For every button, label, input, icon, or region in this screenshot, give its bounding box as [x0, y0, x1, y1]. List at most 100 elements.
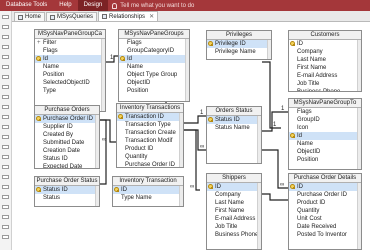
nav-object-icon[interactable]: [2, 235, 9, 239]
table-field[interactable]: Posted To Inventor: [289, 231, 361, 239]
table-msysnavpanegrouptoobjects[interactable]: MSysNavPaneGroupTo Flags GroupID Icon Id Name…: [288, 98, 362, 170]
table-field[interactable]: Position: [119, 87, 189, 95]
table-scrollbar[interactable]: [257, 183, 261, 249]
table-scrollbar[interactable]: [357, 40, 361, 91]
nav-object-icon[interactable]: [2, 205, 9, 209]
table-title[interactable]: Inventory Transactions: [117, 104, 183, 113]
table-field[interactable]: Quantity: [289, 207, 361, 215]
table-field[interactable]: Business Phone: [289, 88, 361, 91]
table-field[interactable]: Transaction Modif: [117, 137, 183, 145]
table-title[interactable]: Purchase Order Details: [289, 174, 361, 183]
table-field[interactable]: Type: [35, 87, 105, 95]
table-field[interactable]: ObjectID: [289, 148, 361, 156]
nav-object-icon[interactable]: [2, 45, 9, 49]
table-title[interactable]: Purchase Order Status: [35, 177, 99, 186]
table-msysnavpanegroups[interactable]: MSysNavPaneGroups Flags GroupCategoryID Id N…: [118, 29, 190, 102]
table-field[interactable]: Last Name: [289, 56, 361, 64]
table-field[interactable]: SelectedObjectID: [35, 79, 105, 87]
nav-object-icon[interactable]: [2, 55, 9, 59]
table-field[interactable]: E-mail Address: [207, 215, 261, 223]
table-field[interactable]: Id: [35, 55, 105, 63]
table-field[interactable]: Privilege ID: [207, 40, 271, 48]
table-field[interactable]: ID: [289, 40, 361, 48]
table-field[interactable]: Status ID: [35, 155, 99, 163]
nav-object-icon[interactable]: [2, 105, 9, 109]
table-field[interactable]: Submitted Date: [35, 139, 99, 147]
table-msysnavpanegroupcategories[interactable]: MSysNavPaneGroupCa + Filter Flags Id Name Posi…: [34, 29, 106, 112]
nav-object-icon[interactable]: [2, 135, 9, 139]
table-title[interactable]: Shippers: [207, 174, 261, 183]
doc-tab-home[interactable]: Home: [14, 12, 46, 21]
table-field[interactable]: ID: [289, 183, 361, 191]
table-scrollbar[interactable]: [257, 116, 261, 163]
table-field[interactable]: Product ID: [289, 199, 361, 207]
table-field[interactable]: Expected Date: [35, 163, 99, 168]
table-field[interactable]: Flags: [119, 39, 189, 47]
nav-object-icon[interactable]: [2, 175, 9, 179]
doc-tab-relationships[interactable]: Relationships ✕: [98, 11, 159, 21]
table-field[interactable]: Flags: [289, 108, 361, 116]
table-field[interactable]: Id: [289, 132, 361, 140]
table-title[interactable]: MSysNavPaneGroupCa: [35, 30, 105, 39]
nav-object-icon[interactable]: [2, 195, 9, 199]
close-tab-icon[interactable]: ✕: [149, 13, 154, 20]
tab-design[interactable]: Design: [77, 0, 109, 11]
table-field[interactable]: Purchase Order ID: [35, 115, 99, 123]
nav-object-icon[interactable]: [2, 145, 9, 149]
table-orders-status[interactable]: Orders Status Status ID Status Name: [206, 106, 262, 164]
table-customers[interactable]: Customers ID Company Last Name First Name E-m…: [288, 30, 362, 92]
table-field[interactable]: GroupCategoryID: [119, 47, 189, 55]
table-field[interactable]: Product ID: [117, 145, 183, 153]
table-field[interactable]: Date Received: [289, 223, 361, 231]
table-title[interactable]: MSysNavPaneGroups: [119, 30, 189, 39]
table-title[interactable]: Privileges: [207, 31, 271, 40]
table-scrollbar[interactable]: [357, 108, 361, 169]
table-field[interactable]: Name: [289, 140, 361, 148]
table-field[interactable]: Creation Date: [35, 147, 99, 155]
table-title[interactable]: Customers: [289, 31, 361, 40]
nav-object-icon[interactable]: [2, 115, 9, 119]
table-title[interactable]: Inventory Transaction: [113, 177, 183, 186]
table-scrollbar[interactable]: [95, 115, 99, 168]
nav-object-icon[interactable]: [2, 215, 9, 219]
table-title[interactable]: MSysNavPaneGroupTo: [289, 99, 361, 108]
table-shippers[interactable]: Shippers ID Company Last Name First Name E-ma…: [206, 173, 262, 250]
nav-object-icon[interactable]: [2, 165, 9, 169]
table-field[interactable]: Flags: [35, 47, 105, 55]
tab-database-tools[interactable]: Database Tools: [0, 0, 53, 11]
table-field[interactable]: Transaction ID: [117, 113, 183, 121]
table-field[interactable]: Type Name: [113, 194, 183, 202]
table-title[interactable]: Orders Status: [207, 107, 261, 116]
table-field[interactable]: Job Title: [289, 80, 361, 88]
table-purchase-order-details[interactable]: Purchase Order Details ID Purchase Order I…: [288, 173, 362, 250]
table-scrollbar[interactable]: [95, 186, 99, 206]
table-field[interactable]: Quantity: [117, 153, 183, 161]
nav-object-icon[interactable]: [2, 75, 9, 79]
nav-object-icon[interactable]: [2, 185, 9, 189]
navigation-pane[interactable]: [0, 11, 12, 250]
table-purchase-order-status[interactable]: Purchase Order Status Status ID Status: [34, 176, 100, 207]
nav-object-icon[interactable]: [2, 65, 9, 69]
nav-object-icon[interactable]: [2, 35, 9, 39]
nav-object-icon[interactable]: [2, 25, 9, 29]
table-field[interactable]: Name: [119, 63, 189, 71]
table-scrollbar[interactable]: [267, 40, 271, 59]
table-scrollbar[interactable]: [179, 186, 183, 206]
table-field[interactable]: Status ID: [35, 186, 99, 194]
table-field[interactable]: Job Title: [207, 223, 261, 231]
table-field[interactable]: Transaction Type: [117, 121, 183, 129]
table-privileges[interactable]: Privileges Privilege ID Privilege Name: [206, 30, 272, 60]
table-field[interactable]: ID: [207, 183, 261, 191]
expand-icon[interactable]: +: [37, 39, 41, 47]
nav-object-icon[interactable]: [2, 225, 9, 229]
table-field[interactable]: Position: [289, 156, 361, 164]
tab-help[interactable]: Help: [53, 0, 77, 11]
table-field[interactable]: Company: [207, 191, 261, 199]
table-field[interactable]: Unit Cost: [289, 215, 361, 223]
table-field[interactable]: Status: [35, 194, 99, 202]
nav-object-icon[interactable]: [2, 155, 9, 159]
table-field[interactable]: Created By: [35, 131, 99, 139]
table-field[interactable]: First Name: [289, 64, 361, 72]
table-field[interactable]: Status Name: [207, 124, 261, 132]
table-inventory-transactions[interactable]: Inventory Transactions Transaction ID Tran…: [116, 103, 184, 168]
